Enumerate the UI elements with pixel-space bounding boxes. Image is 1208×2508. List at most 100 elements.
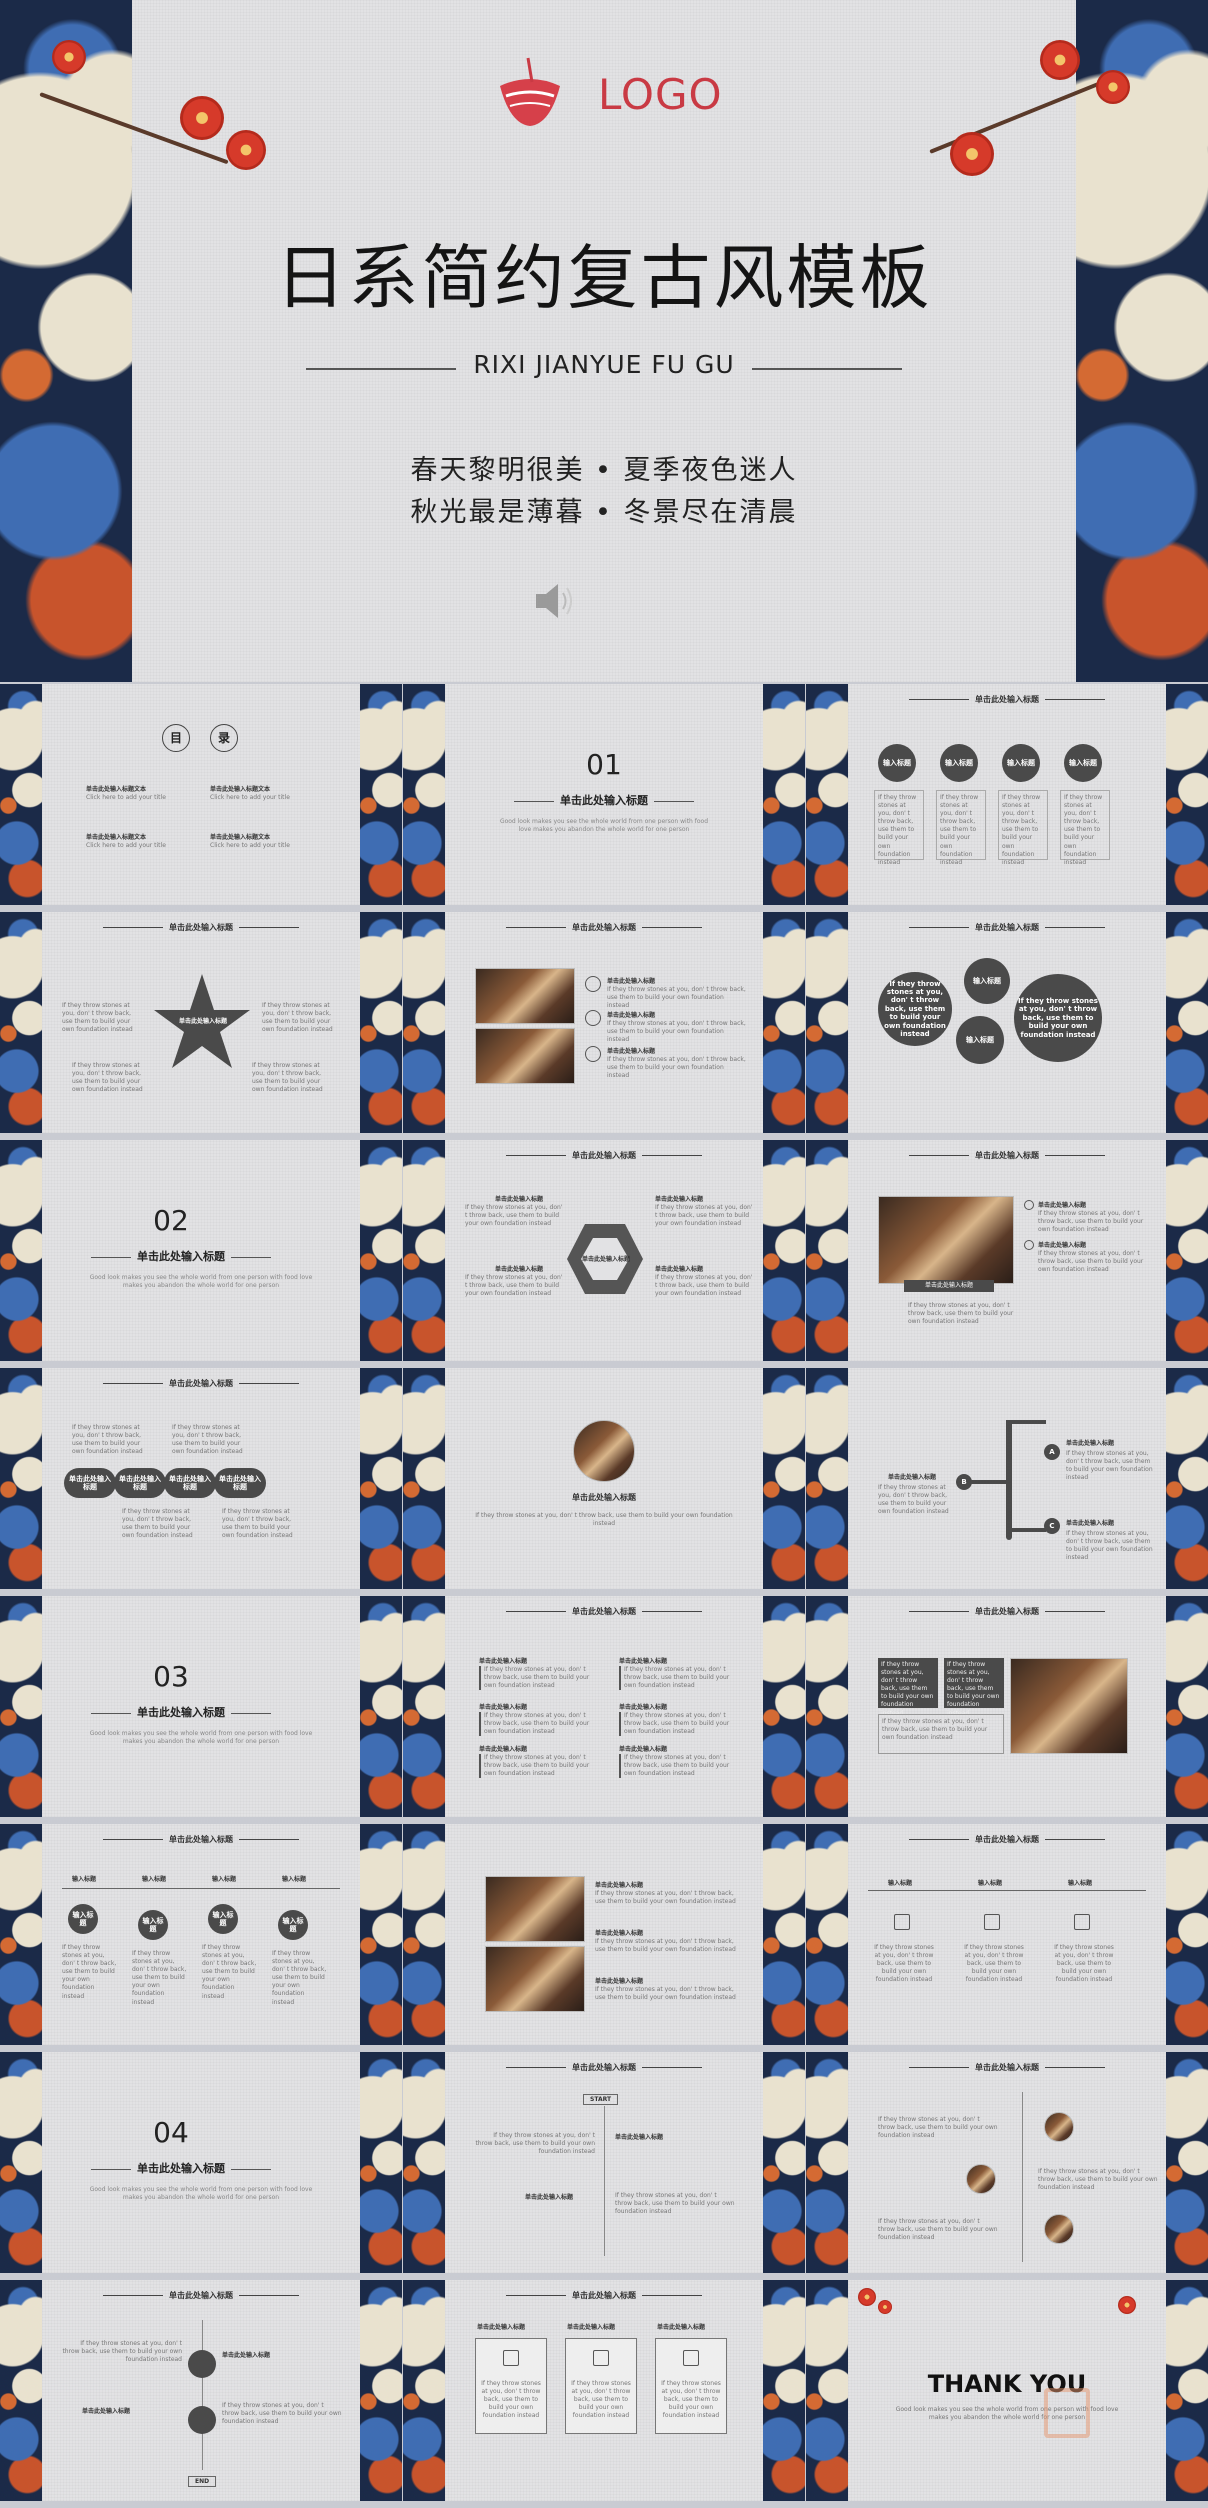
logo-icon	[500, 57, 560, 126]
timeline-text: If they throw stones at you, don' t thro…	[878, 2218, 998, 2242]
toc-item: 单击此处输入标题文本	[210, 786, 271, 793]
slide-header: 单击此处输入标题	[42, 922, 360, 933]
thumb-floral-right	[763, 1824, 805, 2045]
tagline-1: 春天黎明很美 • 夏季夜色迷人	[410, 455, 798, 486]
step-text: If they throw stones at you, don' t thro…	[132, 1950, 187, 2006]
thumb-floral-left	[0, 912, 42, 1133]
slide-thumb-hexagon[interactable]: 单击此处输入标题 单击此处输入标题 单击此处输入标题 单击此处输入标题 单击此处…	[403, 1140, 805, 1361]
slide-thumb-timeline[interactable]: A B C 单击此处输入标题 单击此处输入标题 单击此处输入标题 If they…	[806, 1368, 1208, 1589]
slide-thumb-photo-stack[interactable]: 单击此处输入标题 单击此处输入标题 单击此处输入标题 If they throw…	[403, 1824, 805, 2045]
slide-thumb-boxes-photo[interactable]: 单击此处输入标题 If they throw stones at you, do…	[806, 1596, 1208, 1817]
thumb-floral-right	[360, 684, 402, 905]
thumb-floral-left	[403, 1824, 445, 2045]
thumb-floral-left	[403, 684, 445, 905]
thumb-content: 单击此处输入标题 单击此处输入标题 单击此处输入标题 单击此处输入标题 单击此处…	[42, 1368, 360, 1589]
slide-thumb-toc[interactable]: 目 录 单击此处输入标题文本 单击此处输入标题文本 单击此处输入标题文本 单击此…	[0, 684, 402, 905]
list-text: If they throw stones at you, don' t thro…	[607, 1020, 746, 1044]
bubble: 输入标题	[964, 958, 1010, 1004]
slide-header: 单击此处输入标题	[445, 1606, 763, 1617]
thumb-content: 单击此处输入标题 If they throw stones at you, do…	[42, 2280, 360, 2501]
timeline-text: If they throw stones at you, don' t thro…	[878, 1484, 949, 1516]
list-text: If they throw stones at you, don' t thro…	[1038, 1250, 1144, 1274]
hex-center-label: 单击此处输入标题	[581, 1256, 630, 1263]
slide-thumb-icon-boxes[interactable]: 单击此处输入标题 单击此处输入标题 单击此处输入标题 单击此处输入标题 If t…	[403, 2280, 805, 2501]
thumb-content: 单击此处输入标题 单击此处输入标题 单击此处输入标题 单击此处输入标题 单击此处…	[445, 1596, 763, 1817]
list-title: 单击此处输入标题	[1038, 1202, 1087, 1209]
section-description: Good look makes you see the whole world …	[499, 818, 709, 834]
slide-thumb-section-2[interactable]: 02 单击此处输入标题 Good look makes you see the …	[0, 1140, 402, 1361]
page-title: 日系简约复古风模板	[275, 237, 933, 319]
start-title: 单击此处输入标题	[525, 2194, 574, 2201]
slide-header: 单击此处输入标题	[42, 1378, 360, 1389]
toc-hint: Click here to add your title	[86, 794, 166, 801]
thumb-floral-right	[763, 1596, 805, 1817]
box-text: If they throw stones at you, don' t thro…	[661, 2380, 721, 2420]
speaker-icon[interactable]	[530, 576, 580, 626]
toc-hint: Click here to add your title	[86, 842, 166, 849]
thumb-floral-left	[806, 684, 848, 905]
step-circle: 输入标题	[138, 1910, 168, 1940]
slide-thumb-section-3[interactable]: 03 单击此处输入标题 Good look makes you see the …	[0, 1596, 402, 1817]
toc-item: 单击此处输入标题文本	[86, 834, 147, 841]
step-text: If they throw stones at you, don' t thro…	[272, 1950, 327, 2006]
slide-thumb-bubbles[interactable]: 单击此处输入标题 If they throw stones at you, do…	[806, 912, 1208, 1133]
thumb-floral-left	[806, 1368, 848, 1589]
section-number: 01	[586, 748, 622, 781]
thumb-floral-right	[763, 912, 805, 1133]
step-label: 输入标题	[72, 1876, 97, 1883]
slide-thumb-steps[interactable]: 单击此处输入标题 输入标题 输入标题 输入标题 输入标题 输入标题 输入标题 输…	[0, 1824, 402, 2045]
section-subtitle: 单击此处输入标题	[2, 1248, 360, 1264]
round-food-photo	[573, 1420, 635, 1482]
column-title: 单击此处输入标题	[619, 1704, 668, 1711]
timeline-title: 单击此处输入标题	[1066, 1440, 1115, 1447]
slide-thumb-photo-list[interactable]: 单击此处输入标题 单击此处输入标题 单击此处输入标题 单击此处输入标题 If t…	[403, 912, 805, 1133]
hex-text: If they throw stones at you, don' t thro…	[465, 1204, 563, 1228]
slide-thumb-start[interactable]: 单击此处输入标题 START If they throw stones at y…	[403, 2052, 805, 2273]
start-text: If they throw stones at you, don' t thro…	[475, 2132, 595, 2156]
photo-text: If they throw stones at you, don' t thro…	[908, 1302, 1014, 1326]
thumb-floral-left	[403, 912, 445, 1133]
bubble: 输入标题	[956, 1016, 1004, 1064]
slide-thumb-section-4[interactable]: 04 单击此处输入标题 Good look makes you see the …	[0, 2052, 402, 2273]
thumb-floral-right	[360, 1140, 402, 1361]
timeline-line	[1022, 2092, 1023, 2262]
title-slide[interactable]: LOGO 日系简约复古风模板 RIXI JIANYUE FU GU 春天黎明很美…	[0, 0, 1208, 682]
photo-title: 单击此处输入标题	[572, 1493, 636, 1502]
slide-header: 单击此处输入标题	[445, 2290, 763, 2301]
list-title: 单击此处输入标题	[607, 1012, 656, 1019]
slide-thumb-text-columns[interactable]: 单击此处输入标题 单击此处输入标题 单击此处输入标题 单击此处输入标题 单击此处…	[403, 1596, 805, 1817]
end-line	[202, 2320, 203, 2470]
column-text: If they throw stones at you, don' t thro…	[964, 1944, 1024, 1984]
thumb-floral-right	[1166, 2052, 1208, 2273]
slide-thumb-photo-caption[interactable]: 单击此处输入标题 单击此处输入标题 If they throw stones a…	[806, 1140, 1208, 1361]
step-circle: 输入标题	[278, 1910, 308, 1940]
column-text: If they throw stones at you, don' t thro…	[479, 1666, 599, 1691]
food-photo	[485, 1946, 585, 2012]
toc-item: 单击此处输入标题文本	[86, 786, 147, 793]
slide-thumb-arrows[interactable]: 单击此处输入标题 单击此处输入标题 单击此处输入标题 单击此处输入标题 单击此处…	[0, 1368, 402, 1589]
column-text: If they throw stones at you, don' t thro…	[619, 1754, 739, 1779]
thumb-content: 目 录 单击此处输入标题文本 单击此处输入标题文本 单击此处输入标题文本 单击此…	[42, 684, 360, 905]
watermark-icon	[1044, 2388, 1090, 2438]
slide-thumb-photo-timeline[interactable]: 单击此处输入标题 If they throw stones at you, do…	[806, 2052, 1208, 2273]
slide-thumb-icon-columns[interactable]: 单击此处输入标题 输入标题 输入标题 输入标题 If they throw st…	[806, 1824, 1208, 2045]
list-text: If they throw stones at you, don' t thro…	[595, 1890, 736, 1906]
slide-thumb-thank-you[interactable]: THANK YOU Good look makes you see the wh…	[806, 2280, 1208, 2501]
column-text: If they throw stones at you, don' t thro…	[874, 1944, 934, 1984]
timeline-text: If they throw stones at you, don' t thro…	[1066, 1530, 1153, 1562]
slide-thumb-end[interactable]: 单击此处输入标题 If they throw stones at you, do…	[0, 2280, 402, 2501]
circle-label: 输入标题	[1064, 744, 1102, 782]
column-label: 输入标题	[978, 1880, 1003, 1887]
thumb-content: 单击此处输入标题 If they throw stones at you, do…	[848, 2052, 1166, 2273]
slide-thumb-round-photo[interactable]: 单击此处输入标题 If they throw stones at you, do…	[403, 1368, 805, 1589]
thumb-content: 04 单击此处输入标题 Good look makes you see the …	[42, 2052, 360, 2273]
arrow-step: 单击此处输入标题	[164, 1468, 216, 1498]
list-title: 单击此处输入标题	[595, 1930, 644, 1937]
circle-text: If they throw stones at you, don' t thro…	[936, 790, 986, 866]
thumb-floral-right	[1166, 684, 1208, 905]
circle-text: If they throw stones at you, don' t thro…	[998, 790, 1048, 866]
slide-thumb-four-circles[interactable]: 单击此处输入标题 输入标题 输入标题 输入标题 输入标题 If they thr…	[806, 684, 1208, 905]
slide-thumb-section-1[interactable]: 01 单击此处输入标题 Good look makes you see the …	[403, 684, 805, 905]
slide-thumb-star[interactable]: 单击此处输入标题 单击此处输入标题 If they throw stones a…	[0, 912, 402, 1133]
thumb-floral-left	[0, 1824, 42, 2045]
